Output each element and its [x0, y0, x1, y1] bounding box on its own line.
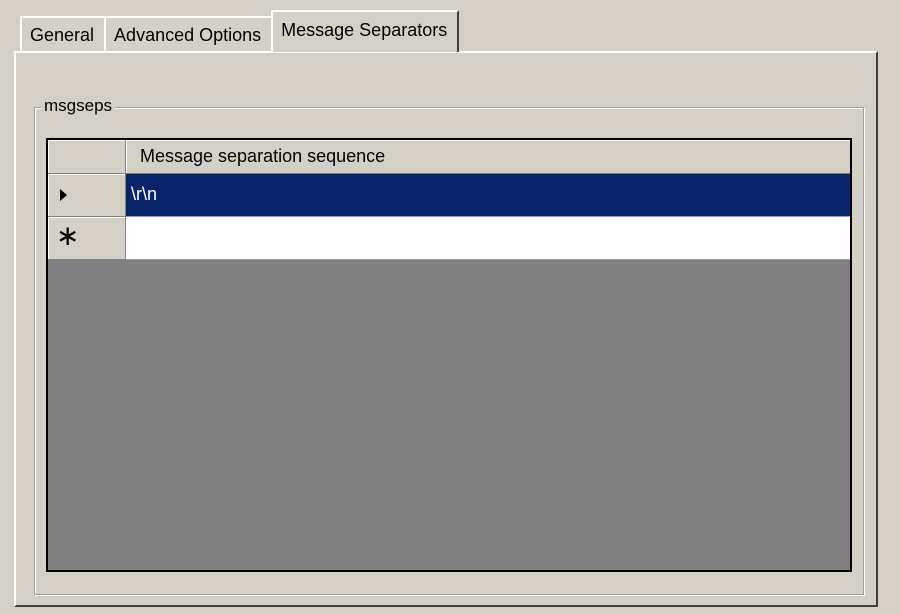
separator-cell[interactable]: \r\n [126, 174, 850, 217]
current-row-arrow-icon [60, 189, 67, 201]
table-row-new[interactable]: ∗ [48, 217, 850, 260]
tab-advanced-options[interactable]: Advanced Options [104, 16, 274, 52]
groupbox-title: msgseps [41, 96, 116, 116]
new-row-asterisk-icon: ∗ [56, 219, 80, 252]
msgseps-groupbox: msgseps Message separation sequence \r\n… [34, 96, 864, 595]
tab-panel: msgseps Message separation sequence \r\n… [14, 51, 878, 607]
new-separator-cell[interactable] [126, 217, 850, 260]
grid-corner-header[interactable] [48, 140, 126, 174]
table-row[interactable]: \r\n [48, 174, 850, 217]
tab-strip: General Advanced Options Message Separat… [20, 10, 460, 52]
row-header[interactable] [48, 174, 126, 217]
message-separators-grid[interactable]: Message separation sequence \r\n ∗ [46, 138, 852, 572]
tab-general[interactable]: General [20, 16, 107, 52]
tab-message-separators[interactable]: Message Separators [271, 10, 460, 52]
row-header[interactable]: ∗ [48, 217, 126, 260]
column-header-message-separation-sequence[interactable]: Message separation sequence [126, 140, 850, 174]
grid-header-row: Message separation sequence [48, 140, 850, 174]
